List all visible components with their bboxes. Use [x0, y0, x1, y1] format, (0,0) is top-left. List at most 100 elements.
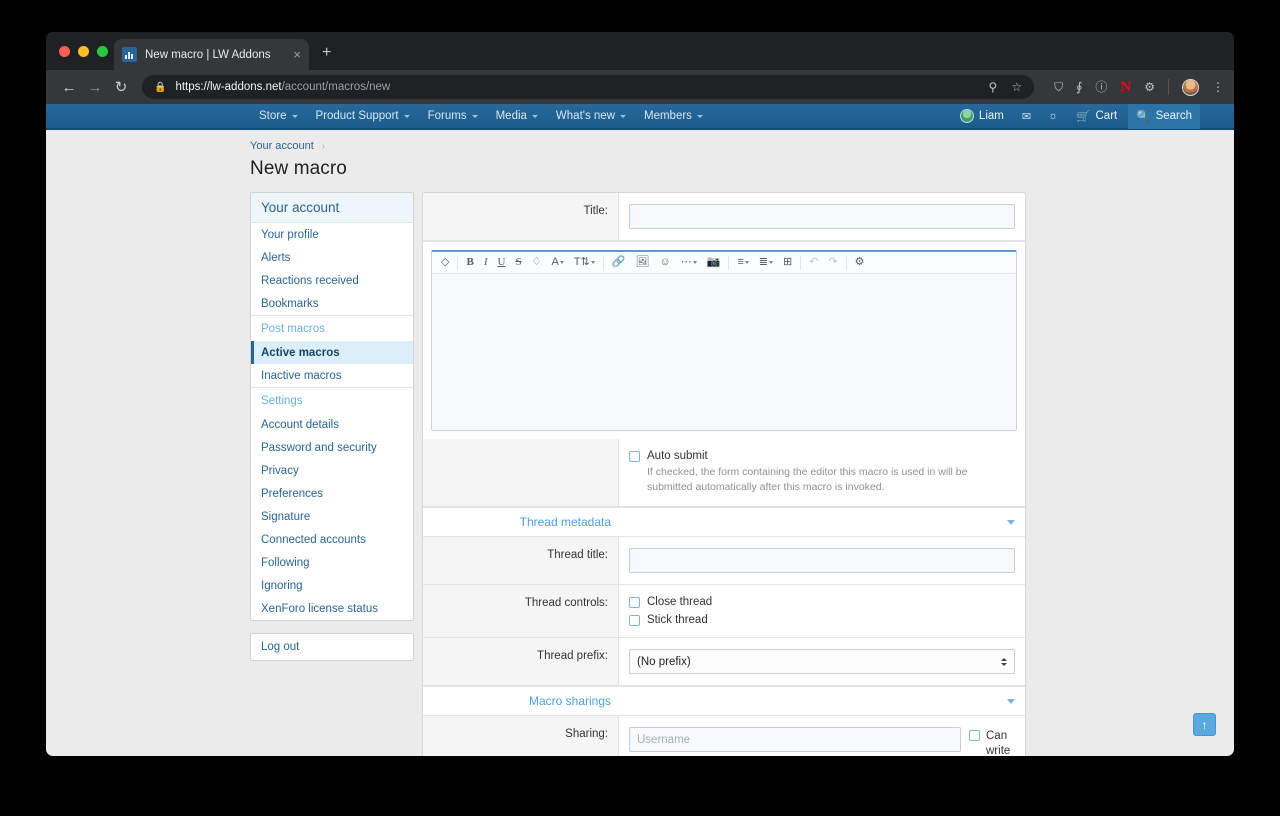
- ublock-origin-icon[interactable]: ⛉: [1054, 81, 1063, 93]
- nav-item-forums[interactable]: Forums: [419, 110, 487, 122]
- stick-thread-line[interactable]: Stick thread: [629, 614, 1015, 627]
- insert-image-icon[interactable]: 🖼: [630, 257, 654, 268]
- auto-submit-checkbox-line[interactable]: Auto submit If checked, the form contain…: [629, 450, 1015, 495]
- scroll-to-top-button[interactable]: ↑: [1193, 713, 1216, 736]
- font-size-icon[interactable]: T⇅: [569, 257, 600, 268]
- nav-item-media[interactable]: Media: [487, 110, 547, 122]
- nav-item-store[interactable]: Store: [250, 110, 307, 122]
- text-align-icon[interactable]: ≡: [732, 257, 753, 268]
- sharing-controls: Canwrite: [629, 727, 1015, 756]
- auto-submit-checkbox[interactable]: [629, 451, 640, 462]
- sharing-username-input[interactable]: [629, 727, 961, 753]
- alerts-bell-icon[interactable]: ☼: [1041, 110, 1065, 122]
- primary-nav: Store Product Support Forums Media What'…: [250, 110, 712, 122]
- breadcrumb-your-account[interactable]: Your account: [250, 140, 314, 152]
- sidebar-item-reactions-received[interactable]: Reactions received: [251, 269, 413, 292]
- sidebar-item-privacy[interactable]: Privacy: [251, 459, 413, 482]
- sidebar-item-password-and-security[interactable]: Password and security: [251, 436, 413, 459]
- page-title: New macro: [250, 158, 347, 179]
- bookmark-star-icon[interactable]: ☆: [1011, 80, 1022, 94]
- title-input[interactable]: [629, 204, 1015, 229]
- sidebar-item-xenforo-license-status[interactable]: XenForo license status: [251, 597, 413, 620]
- sidebar-item-active-macros[interactable]: Active macros: [251, 341, 413, 364]
- undo-icon[interactable]: ↶: [804, 257, 823, 268]
- emoji-icon[interactable]: ☺: [654, 257, 675, 268]
- sidebar-item-following[interactable]: Following: [251, 551, 413, 574]
- thread-title-input[interactable]: [629, 548, 1015, 574]
- thread-controls-label: Thread controls:: [423, 585, 619, 638]
- camera-media-icon[interactable]: 📷: [702, 257, 726, 268]
- cart-button[interactable]: 🛒 Cart: [1068, 109, 1125, 123]
- sidebar-item-alerts[interactable]: Alerts: [251, 246, 413, 269]
- reload-button[interactable]: ↻: [108, 78, 134, 96]
- close-thread-checkbox[interactable]: [629, 597, 640, 609]
- nav-item-members[interactable]: Members: [635, 110, 712, 122]
- text-color-drop-icon[interactable]: ♢: [527, 257, 547, 268]
- browser-tab[interactable]: New macro | LW Addons ×: [114, 39, 309, 70]
- nav-user-menu[interactable]: Liam: [952, 109, 1012, 123]
- back-button[interactable]: ←: [56, 79, 82, 96]
- macro-sharings-section-header[interactable]: Macro sharings: [423, 686, 1025, 717]
- editor-settings-gear-icon[interactable]: ⚙: [850, 257, 870, 268]
- site-navigation: Store Product Support Forums Media What'…: [46, 104, 1234, 130]
- address-bar[interactable]: 🔒 https://lw-addons.net/account/macros/n…: [142, 75, 1035, 99]
- font-family-icon[interactable]: A: [546, 257, 568, 268]
- italic-icon[interactable]: I: [479, 257, 493, 268]
- insert-table-icon[interactable]: ⊞: [778, 257, 797, 268]
- chevron-down-icon[interactable]: [1007, 519, 1015, 525]
- can-write-checkbox[interactable]: [969, 730, 980, 742]
- underline-icon[interactable]: U: [492, 257, 510, 268]
- window-controls[interactable]: [59, 46, 108, 57]
- logout-button[interactable]: Log out: [251, 634, 413, 660]
- sidebar-item-inactive-macros[interactable]: Inactive macros: [251, 364, 413, 387]
- thread-prefix-row: Thread prefix: (No prefix): [423, 638, 1025, 687]
- toolbar-divider: [602, 255, 604, 270]
- nav-label: Forums: [427, 110, 467, 122]
- tab-strip: New macro | LW Addons × +: [46, 32, 1234, 70]
- maximize-window-button[interactable]: [97, 46, 108, 57]
- nav-item-whats-new[interactable]: What's new: [547, 110, 635, 122]
- sidebar-item-ignoring[interactable]: Ignoring: [251, 574, 413, 597]
- nav-item-product-support[interactable]: Product Support: [307, 110, 419, 122]
- sidebar-item-your-profile[interactable]: Your profile: [251, 223, 413, 246]
- sidebar-item-connected-accounts[interactable]: Connected accounts: [251, 528, 413, 551]
- thread-prefix-select[interactable]: (No prefix): [629, 649, 1015, 675]
- forward-button[interactable]: →: [82, 79, 108, 96]
- list-icon[interactable]: ≣: [754, 257, 778, 268]
- sidebar-item-signature[interactable]: Signature: [251, 505, 413, 528]
- can-write-control[interactable]: Can write: [969, 727, 1015, 756]
- browser-menu-icon[interactable]: ⋮: [1212, 81, 1224, 93]
- sidebar-subheading-settings: Settings: [251, 387, 413, 413]
- sidebar-item-preferences[interactable]: Preferences: [251, 482, 413, 505]
- auto-submit-label-cell: [423, 439, 619, 507]
- thread-metadata-section-header[interactable]: Thread metadata: [423, 507, 1025, 538]
- sidebar-item-account-details[interactable]: Account details: [251, 413, 413, 436]
- search-button[interactable]: 🔍 Search: [1128, 104, 1200, 129]
- inbox-envelope-icon[interactable]: ✉: [1015, 110, 1038, 123]
- editor-body[interactable]: [432, 274, 1016, 430]
- settings-bug-icon[interactable]: ⚙: [1144, 81, 1155, 93]
- chevron-down-icon: [291, 114, 298, 118]
- redo-icon[interactable]: ↷: [823, 257, 842, 268]
- stick-thread-checkbox[interactable]: [629, 615, 640, 627]
- close-window-button[interactable]: [59, 46, 70, 57]
- strikethrough-icon[interactable]: S: [510, 257, 526, 268]
- insert-link-icon[interactable]: 🔗: [607, 257, 631, 268]
- bold-icon[interactable]: B: [461, 257, 478, 268]
- more-options-icon[interactable]: ⋯: [676, 257, 702, 268]
- sidebar-item-bookmarks[interactable]: Bookmarks: [251, 292, 413, 315]
- info-circle-icon[interactable]: ⓘ: [1095, 81, 1107, 93]
- netflix-icon[interactable]: N: [1120, 79, 1131, 95]
- auto-submit-label: Auto submit: [647, 450, 708, 462]
- close-thread-line[interactable]: Close thread: [629, 596, 1015, 609]
- minimize-window-button[interactable]: [78, 46, 89, 57]
- chevron-down-icon[interactable]: [1007, 698, 1015, 704]
- goggles-extension-icon[interactable]: ∮: [1076, 81, 1082, 93]
- zoom-search-icon[interactable]: ⚲: [989, 80, 998, 94]
- profile-avatar[interactable]: [1182, 78, 1199, 96]
- search-icon: 🔍: [1136, 111, 1151, 123]
- close-tab-icon[interactable]: ×: [293, 48, 301, 61]
- new-tab-button[interactable]: +: [322, 45, 331, 61]
- remove-formatting-icon[interactable]: ◇: [436, 257, 454, 268]
- can-write-label: Can write: [986, 729, 1010, 756]
